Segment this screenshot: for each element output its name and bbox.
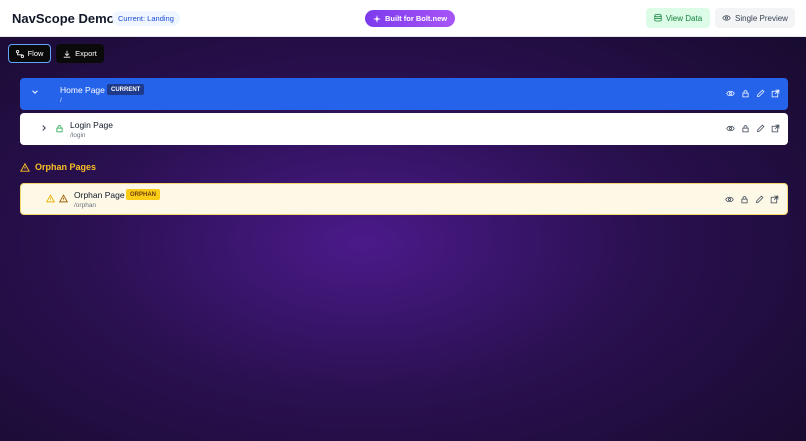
page-name: Home Page — [60, 85, 105, 95]
external-link-icon[interactable] — [771, 89, 780, 98]
eye-icon[interactable] — [726, 124, 735, 133]
lock-icon[interactable] — [741, 89, 750, 98]
page-row-home[interactable]: Home Page CURRENT / — [20, 78, 788, 110]
current-tag: CURRENT — [107, 84, 145, 95]
export-button[interactable]: Export — [56, 44, 104, 63]
warning-icon — [59, 194, 68, 203]
row-actions — [725, 195, 779, 204]
flow-label: Flow — [27, 49, 44, 58]
flow-icon — [15, 49, 24, 58]
row-actions — [726, 89, 780, 98]
page-name: Orphan Page — [74, 190, 125, 200]
chevron-down-icon[interactable] — [31, 88, 39, 96]
page-row-login[interactable]: Login Page /login — [20, 113, 788, 145]
view-data-label: View Data — [665, 13, 703, 23]
orphan-pages-heading: Orphan Pages — [20, 162, 96, 172]
orphan-heading-label: Orphan Pages — [35, 162, 97, 172]
edit-icon[interactable] — [756, 89, 765, 98]
edit-icon[interactable] — [755, 195, 764, 204]
external-link-icon[interactable] — [771, 124, 780, 133]
database-icon — [654, 14, 662, 22]
view-data-button[interactable]: View Data — [646, 8, 710, 28]
page-path: /login — [70, 132, 86, 139]
bolt-label: Built for Bolt.new — [385, 14, 448, 23]
row-actions — [726, 124, 780, 133]
external-link-icon[interactable] — [770, 195, 779, 204]
top-bar: NavScope Demo Current: Landing Built for… — [0, 0, 806, 37]
built-for-bolt-button[interactable]: Built for Bolt.new — [365, 10, 456, 27]
current-page-badge: Current: Landing — [112, 11, 180, 26]
download-icon — [63, 50, 71, 58]
single-preview-button[interactable]: Single Preview — [715, 8, 795, 28]
edit-icon[interactable] — [756, 124, 765, 133]
chevron-right-icon[interactable] — [40, 124, 48, 132]
eye-icon[interactable] — [726, 89, 735, 98]
flow-button[interactable]: Flow — [8, 44, 51, 63]
lock-icon[interactable] — [740, 195, 749, 204]
app-title: NavScope Demo — [12, 11, 115, 26]
page-name: Login Page — [70, 120, 114, 130]
single-preview-label: Single Preview — [735, 13, 788, 23]
eye-icon[interactable] — [725, 195, 734, 204]
warning-icon — [46, 194, 55, 203]
page-row-orphan[interactable]: Orphan Page ORPHAN /orphan — [20, 183, 788, 215]
lock-icon[interactable] — [741, 124, 750, 133]
lock-icon — [55, 124, 64, 133]
eye-icon — [722, 14, 731, 22]
export-label: Export — [75, 49, 97, 58]
page-path: / — [60, 97, 62, 104]
warning-icon — [20, 162, 30, 172]
page-path: /orphan — [74, 202, 97, 209]
sparkle-icon — [373, 14, 381, 23]
orphan-tag: ORPHAN — [126, 189, 161, 200]
